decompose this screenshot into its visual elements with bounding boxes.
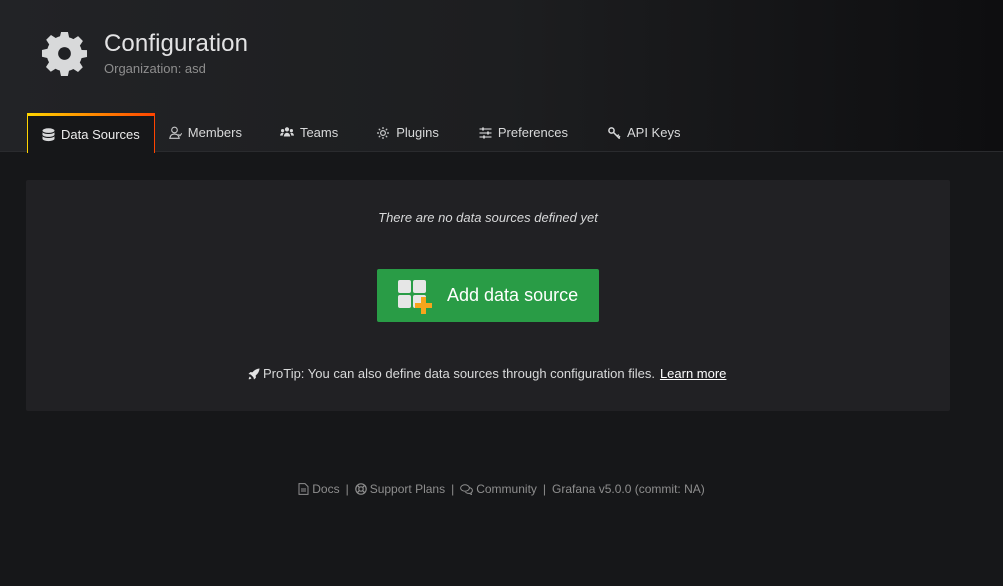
footer-community-link[interactable]: Community: [460, 482, 537, 496]
key-icon: [608, 126, 621, 139]
add-data-source-button[interactable]: Add data source: [377, 269, 599, 322]
empty-state-panel: There are no data sources defined yet Ad…: [26, 180, 950, 411]
footer-support-label: Support Plans: [369, 482, 446, 496]
protip: ProTip: You can also define data sources…: [248, 366, 726, 381]
page-header: Configuration Organization: asd Data Sou…: [0, 0, 1003, 153]
tab-label: Plugins: [396, 125, 439, 140]
protip-text: ProTip: You can also define data sources…: [263, 366, 655, 381]
document-icon: [298, 483, 309, 495]
comments-icon: [460, 483, 474, 495]
tab-label: Members: [187, 125, 242, 140]
tab-preferences[interactable]: Preferences: [467, 113, 580, 152]
add-data-source-label: Add data source: [447, 285, 579, 305]
tab-label: Data Sources: [61, 127, 140, 142]
footer-separator: |: [451, 482, 455, 496]
empty-state-message: There are no data sources defined yet: [378, 210, 598, 225]
tab-label: API Keys: [626, 125, 681, 140]
tab-label: Preferences: [497, 125, 568, 140]
tab-bar: Data Sources Members Teams Plugins Prefe…: [27, 113, 692, 153]
database-icon: [42, 127, 55, 141]
footer-separator: |: [542, 482, 547, 496]
users-icon: [279, 127, 294, 137]
tab-plugins[interactable]: Plugins: [364, 113, 451, 152]
gear-icon: [41, 31, 88, 76]
sliders-icon: [479, 127, 492, 138]
tab-data-sources[interactable]: Data Sources: [27, 113, 155, 153]
tab-teams[interactable]: Teams: [268, 113, 350, 152]
footer: Docs | Support Plans | Community | Grafa…: [0, 482, 1003, 496]
footer-docs-label: Docs: [312, 482, 340, 496]
tab-members[interactable]: Members: [157, 113, 254, 152]
rocket-icon: [248, 368, 260, 379]
plugin-icon: [377, 126, 390, 139]
tab-label: Teams: [299, 125, 339, 140]
footer-support-link[interactable]: Support Plans: [354, 482, 446, 496]
footer-community-label: Community: [476, 482, 537, 496]
page-subtitle: Organization: asd: [104, 61, 206, 76]
learn-more-link[interactable]: Learn more: [660, 366, 726, 381]
footer-separator: |: [345, 482, 349, 496]
add-datasource-icon: [398, 280, 432, 314]
page-title: Configuration: [104, 30, 249, 57]
footer-docs-link[interactable]: Docs: [298, 482, 340, 496]
footer-version: Grafana v5.0.0 (commit: NA): [552, 482, 705, 496]
tab-api-keys[interactable]: API Keys: [596, 113, 692, 152]
user-icon: [168, 126, 182, 139]
life-ring-icon: [354, 483, 367, 495]
